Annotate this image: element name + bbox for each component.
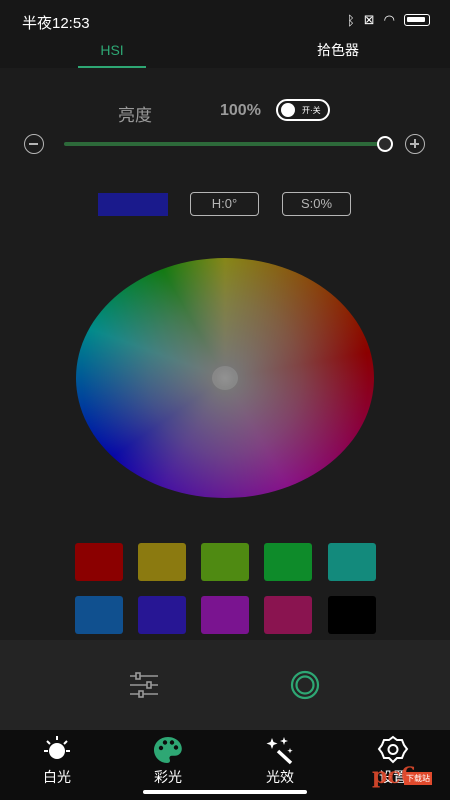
toggle-label: 开·关: [302, 106, 321, 115]
preset-color-9[interactable]: [264, 596, 312, 634]
brightness-value: 100%: [220, 102, 261, 119]
palette-icon: [154, 737, 182, 763]
preset-color-6[interactable]: [75, 596, 123, 634]
power-toggle[interactable]: 开·关: [276, 99, 330, 121]
current-color-swatch: [98, 193, 168, 216]
nav-white-light[interactable]: 白光: [22, 735, 92, 785]
watermark-subtitle: 下载站: [404, 772, 432, 785]
wifi-icon: ◠: [383, 12, 395, 27]
mode-control-bar: [0, 640, 450, 730]
nav-label-color-light: 彩光: [154, 769, 182, 785]
preset-color-3[interactable]: [201, 543, 249, 581]
status-time: 半夜12:53: [22, 15, 90, 32]
brightness-label: 亮度: [118, 106, 152, 125]
nav-label-light-effects: 光效: [266, 769, 294, 785]
hue-readout[interactable]: H:0°: [190, 192, 259, 216]
preset-color-5[interactable]: [328, 543, 376, 581]
status-bar: 半夜12:53 ᛒ ⊠ ◠: [0, 0, 450, 40]
nav-color-light[interactable]: 彩光: [133, 735, 203, 785]
notification-x-icon: ⊠: [363, 12, 375, 27]
preset-color-4[interactable]: [264, 543, 312, 581]
preset-color-1[interactable]: [75, 543, 123, 581]
preset-color-10[interactable]: [328, 596, 376, 634]
decrease-brightness-button[interactable]: [24, 134, 44, 154]
battery-icon: [404, 14, 430, 26]
toggle-knob: [281, 103, 295, 117]
brightness-slider-thumb[interactable]: [377, 136, 393, 152]
color-ring-icon[interactable]: [290, 670, 320, 700]
tab-bar: HSI 拾色器: [0, 40, 450, 68]
increase-brightness-button[interactable]: [405, 134, 425, 154]
preset-color-2[interactable]: [138, 543, 186, 581]
bluetooth-icon: ᛒ: [346, 12, 355, 28]
color-wheel-center[interactable]: [212, 366, 238, 390]
nav-light-effects[interactable]: 光效: [245, 735, 315, 785]
settings-icon: [377, 735, 409, 764]
preset-color-7[interactable]: [138, 596, 186, 634]
tab-color-picker[interactable]: 拾色器: [300, 40, 376, 68]
preset-color-8[interactable]: [201, 596, 249, 634]
brightness-slider-track[interactable]: [64, 142, 386, 146]
nav-label-white-light: 白光: [43, 769, 71, 785]
status-icons: ᛒ ⊠ ◠: [347, 12, 430, 28]
tab-hsi[interactable]: HSI: [78, 40, 146, 68]
saturation-readout[interactable]: S:0%: [282, 192, 351, 216]
sliders-icon[interactable]: [128, 672, 160, 698]
sun-icon: [44, 736, 70, 759]
home-indicator[interactable]: [143, 790, 307, 794]
magic-wand-icon: [266, 737, 293, 765]
